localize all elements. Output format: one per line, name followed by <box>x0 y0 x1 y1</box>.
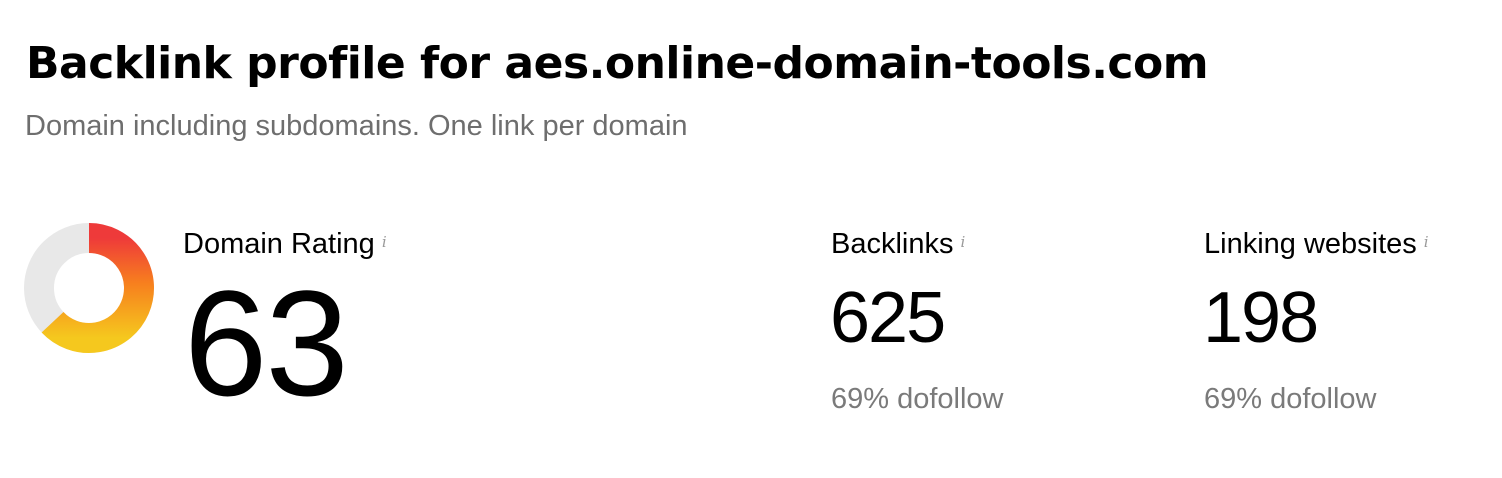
page-subtitle: Domain including subdomains. One link pe… <box>25 110 688 142</box>
linking-websites-label: Linking websites i <box>1204 226 1429 262</box>
linking-websites-value[interactable]: 198 <box>1203 282 1319 354</box>
domain-rating-gauge <box>24 223 154 353</box>
backlinks-label-text: Backlinks <box>831 228 954 260</box>
backlinks-value[interactable]: 625 <box>830 282 946 354</box>
backlinks-label: Backlinks i <box>831 226 965 262</box>
linking-websites-dofollow: 69% dofollow <box>1204 383 1377 415</box>
info-icon[interactable]: i <box>961 233 966 251</box>
domain-rating-label-text: Domain Rating <box>183 228 375 260</box>
info-icon[interactable]: i <box>382 233 387 251</box>
info-icon[interactable]: i <box>1424 233 1429 251</box>
linking-websites-label-text: Linking websites <box>1204 228 1417 260</box>
page-title: Backlink profile for aes.online-domain-t… <box>26 38 1209 89</box>
domain-rating-label: Domain Rating i <box>183 226 387 262</box>
backlinks-dofollow: 69% dofollow <box>831 383 1004 415</box>
domain-rating-value: 63 <box>184 259 349 427</box>
